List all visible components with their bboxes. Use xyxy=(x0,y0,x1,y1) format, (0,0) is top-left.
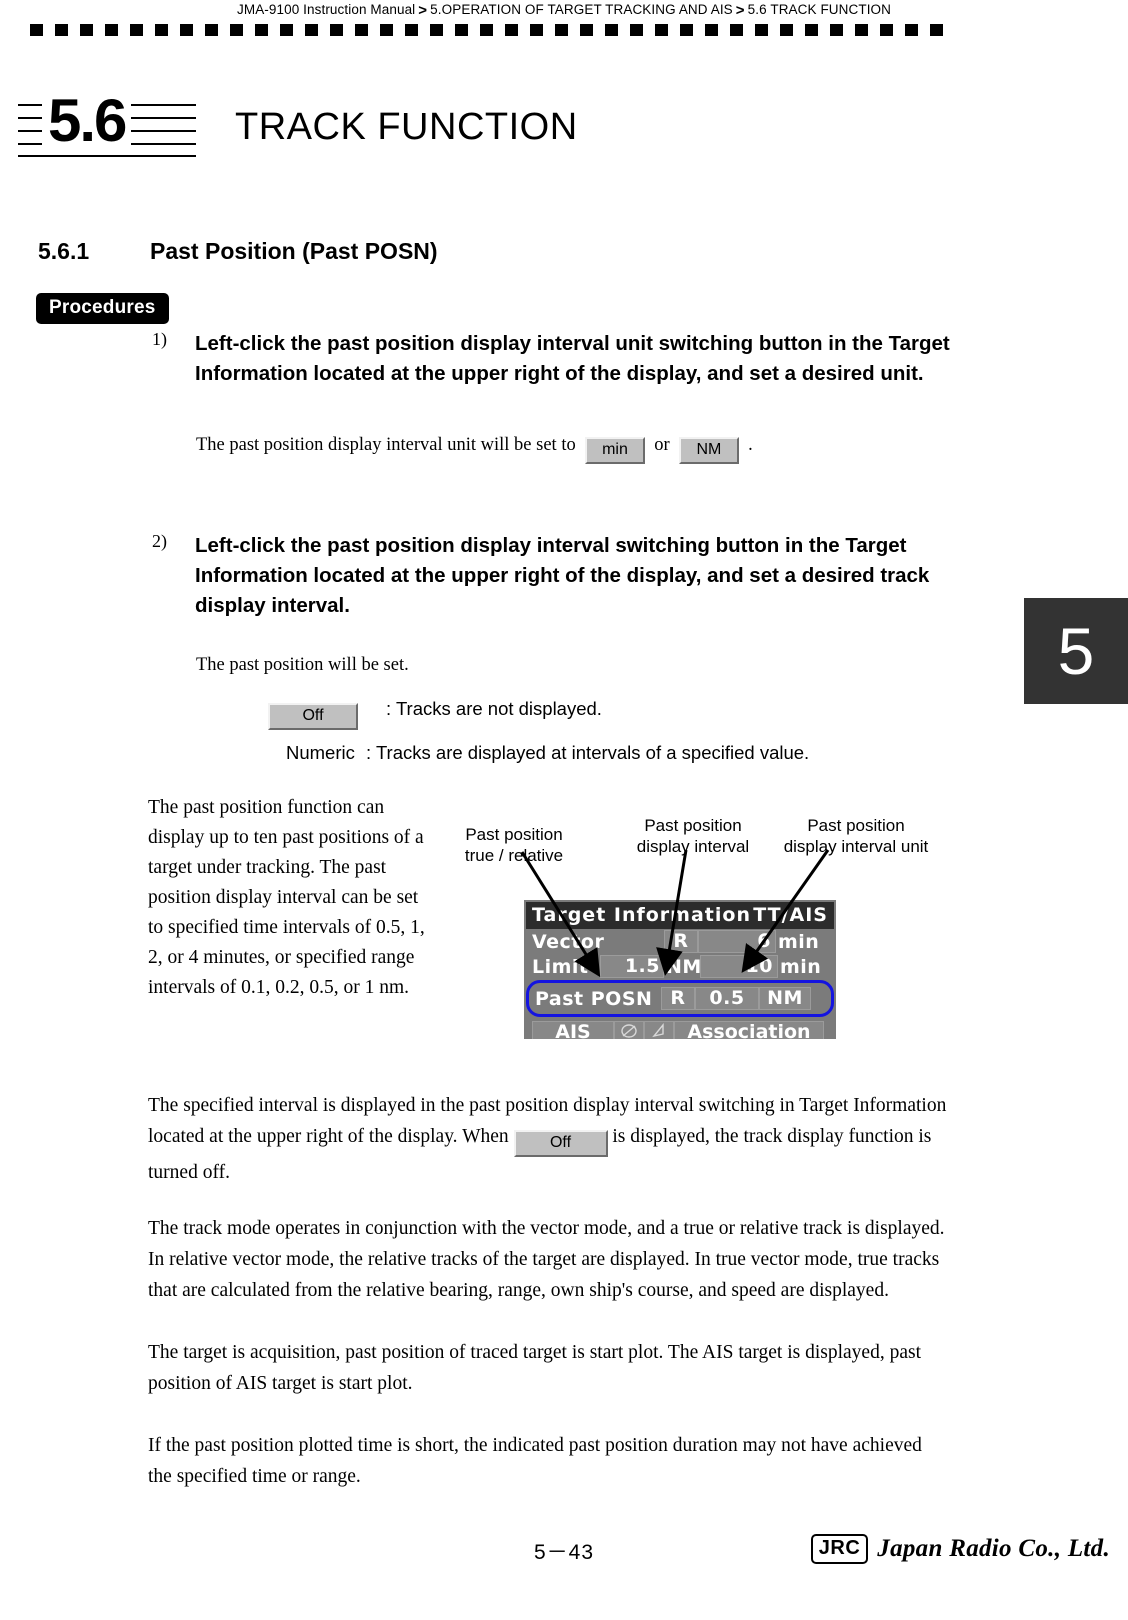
section-title: TRACK FUNCTION xyxy=(235,106,578,148)
section-number-block: 5.6 xyxy=(18,87,196,158)
ais-filled-symbol-icon[interactable] xyxy=(614,1020,644,1039)
target-information-title-bar: Target Information TT/AIS xyxy=(526,902,834,929)
limit-label: Limit xyxy=(532,955,589,978)
breadcrumb-manual: JMA-9100 Instruction Manual xyxy=(237,2,416,17)
breadcrumb-separator-1: > xyxy=(418,2,428,19)
callout-display-interval-unit-line1: Past position xyxy=(807,816,905,835)
paragraph-specified-interval: The specified interval is displayed in t… xyxy=(148,1090,948,1188)
procedures-badge: Procedures xyxy=(36,293,169,324)
step-1-note-before: The past position display interval unit … xyxy=(196,435,576,455)
legend-off-row: Off : Tracks are not displayed. xyxy=(268,698,602,730)
breadcrumb-section: 5.6 TRACK FUNCTION xyxy=(747,2,891,17)
past-posn-interval-button[interactable]: 0.5 xyxy=(695,987,759,1010)
callout-true-relative-line1: Past position xyxy=(465,825,563,844)
legend-off-description: : Tracks are not displayed. xyxy=(386,698,602,719)
paragraph-target-acquisition: The target is acquisition, past position… xyxy=(148,1342,922,1394)
legend-numeric-word: Numeric xyxy=(286,742,355,763)
step-2-marker: 2) xyxy=(152,531,167,551)
callout-display-interval-line2: display interval xyxy=(636,837,750,856)
header-dashed-rule xyxy=(30,24,950,36)
association-button[interactable]: Association xyxy=(674,1020,824,1039)
vector-mode-cell[interactable]: R xyxy=(664,930,698,953)
callout-display-interval-line1: Past position xyxy=(644,816,742,835)
section-number: 5.6 xyxy=(42,87,132,153)
footer-logo: JRC Japan Radio Co., Ltd. xyxy=(810,1534,1110,1564)
subsection-number: 5.6.1 xyxy=(38,238,90,264)
vector-label: Vector xyxy=(532,930,605,953)
step-2-text: Left-click the past position display int… xyxy=(195,534,930,617)
past-posn-interval-unit-button[interactable]: NM xyxy=(759,987,811,1010)
breadcrumb-separator-2: > xyxy=(735,2,745,19)
step-1-text: Left-click the past position display int… xyxy=(195,332,950,385)
step-1-note-after: . xyxy=(748,435,753,455)
callout-true-relative: Past position true / relative xyxy=(452,824,576,866)
callout-display-interval: Past position display interval xyxy=(620,815,766,857)
legend-numeric-description: : Tracks are displayed at intervals of a… xyxy=(366,742,810,763)
callout-display-interval-unit: Past position display interval unit xyxy=(768,815,944,857)
nm-button[interactable]: NM xyxy=(678,437,739,464)
step-1-note-middle: or xyxy=(654,435,670,455)
callout-true-relative-line2: true / relative xyxy=(464,846,564,865)
chapter-tab: 5 xyxy=(1024,598,1128,704)
jrc-logo-name: Japan Radio Co., Ltd. xyxy=(877,1535,1110,1562)
limit-row[interactable]: Limit 1.5 NM 10 min xyxy=(526,954,834,979)
past-posn-row[interactable]: Past POSN R 0.5 NM xyxy=(526,980,834,1017)
target-information-title: Target Information xyxy=(532,904,751,926)
off-button[interactable]: Off xyxy=(268,703,358,730)
ais-triangle-symbol-icon[interactable] xyxy=(644,1020,674,1039)
subsection-title: Past Position (Past POSN) xyxy=(150,238,438,264)
vector-unit: min xyxy=(778,930,820,953)
breadcrumb: JMA-9100 Instruction Manual >5.OPERATION … xyxy=(0,2,1128,19)
limit-time-cell[interactable]: 10 xyxy=(700,955,778,978)
jrc-logo-mark: JRC xyxy=(810,1534,869,1564)
ais-label: AIS xyxy=(532,1020,614,1039)
min-button[interactable]: min xyxy=(584,437,645,464)
paragraph-plotted-time: If the past position plotted time is sho… xyxy=(148,1435,922,1487)
limit-range-cell[interactable]: 1.5 xyxy=(600,955,664,978)
step-1-marker: 1) xyxy=(152,329,167,349)
left-explanation-text: The past position function can display u… xyxy=(148,797,425,998)
breadcrumb-chapter: 5.OPERATION OF TARGET TRACKING AND AIS xyxy=(430,2,733,17)
target-information-panel-clip: Target Information TT/AIS Vector R 6 min… xyxy=(524,900,836,1039)
vector-row[interactable]: Vector R 6 min xyxy=(526,929,834,954)
off-button-inline[interactable]: Off xyxy=(513,1130,608,1157)
page-title: 5.6.1 Past Position (Past POSN) xyxy=(38,238,438,265)
paragraph-track-mode: The track mode operates in conjunction w… xyxy=(148,1218,945,1301)
callout-display-interval-unit-line2: display interval unit xyxy=(783,837,929,856)
step-2-note: The past position will be set. xyxy=(196,655,409,675)
vector-value-cell[interactable]: 6 xyxy=(698,930,776,953)
target-information-ttais-label: TT/AIS xyxy=(753,904,828,926)
legend-numeric-row: Numeric : Tracks are displayed at interva… xyxy=(286,742,809,764)
target-information-panel: Target Information TT/AIS Vector R 6 min… xyxy=(524,900,836,1039)
limit-time-unit: min xyxy=(780,955,822,978)
ais-association-row[interactable]: AIS Association xyxy=(526,1020,834,1039)
limit-range-unit: NM xyxy=(666,955,702,978)
step-1-note: The past position display interval unit … xyxy=(196,430,753,464)
past-posn-true-relative-button[interactable]: R xyxy=(661,987,695,1010)
past-posn-label: Past POSN xyxy=(535,987,653,1010)
